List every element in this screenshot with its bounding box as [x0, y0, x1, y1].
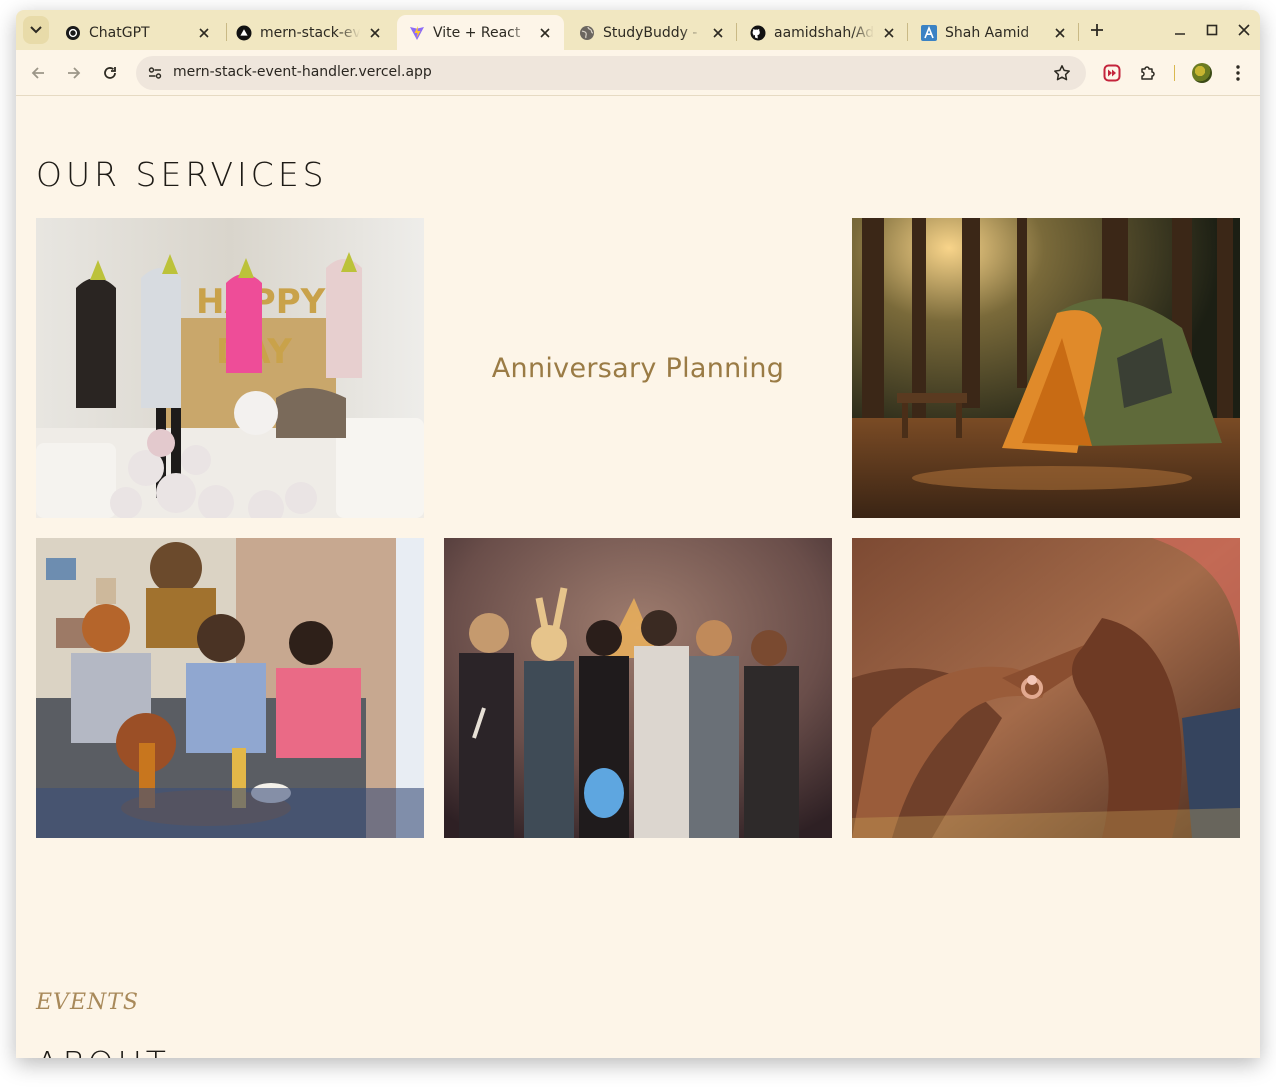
close-icon[interactable] — [536, 24, 554, 42]
tab-github[interactable]: aamidshah/Ad — [738, 15, 908, 50]
birthday-party-photo: HAPPY DAY — [36, 218, 424, 518]
url-text: mern-stack-event-handler.vercel.app — [173, 64, 432, 80]
close-icon[interactable] — [880, 24, 898, 42]
engagement-ring-photo — [852, 538, 1240, 838]
tab-title: ChatGPT — [89, 24, 150, 41]
star-icon — [1054, 65, 1070, 81]
puzzle-icon — [1141, 66, 1155, 80]
fast-forward-extension-icon — [1103, 64, 1121, 82]
reload-icon — [104, 67, 116, 79]
close-window-button[interactable] — [1234, 20, 1254, 40]
maximize-icon — [1206, 24, 1218, 36]
close-icon — [1238, 24, 1250, 36]
site-settings-icon[interactable] — [144, 62, 166, 84]
tab-chatgpt[interactable]: ChatGPT — [53, 15, 223, 50]
browser-window: ChatGPT mern-stack-eve Vite + React Stud… — [16, 10, 1260, 1058]
arrow-left-icon — [31, 67, 44, 79]
letter-a-icon — [921, 24, 937, 41]
close-icon[interactable] — [195, 24, 213, 42]
tab-strip: ChatGPT mern-stack-eve Vite + React Stud… — [16, 10, 1260, 50]
address-bar[interactable]: mern-stack-event-handler.vercel.app — [136, 56, 1086, 90]
service-card-birthday[interactable]: HAPPY DAY — [36, 218, 424, 518]
close-icon[interactable] — [366, 24, 384, 42]
service-card-engagement[interactable] — [852, 538, 1240, 838]
events-script-label: EVENTS — [36, 990, 140, 1015]
minimize-button[interactable] — [1170, 20, 1190, 40]
globe-icon — [579, 25, 595, 41]
close-icon[interactable] — [709, 24, 727, 42]
page-content: OUR SERVICES HAPPY DAY — [16, 97, 1260, 1058]
service-label: Anniversary Planning — [491, 352, 785, 384]
tab-title: StudyBuddy - F — [603, 24, 703, 41]
camping-tent-photo — [852, 218, 1240, 518]
tab-separator — [736, 23, 737, 41]
new-tab-button[interactable] — [1086, 19, 1108, 41]
arrow-right-icon — [68, 67, 81, 79]
more-vertical-icon — [1236, 65, 1240, 81]
tab-title: mern-stack-eve — [260, 24, 360, 41]
maximize-button[interactable] — [1202, 20, 1222, 40]
tab-studybuddy[interactable]: StudyBuddy - F — [567, 15, 737, 50]
minimize-icon — [1175, 33, 1185, 35]
tab-separator — [1078, 23, 1079, 41]
extension-button[interactable] — [1100, 61, 1124, 85]
vite-icon — [409, 25, 425, 41]
group-party-photo — [444, 538, 832, 838]
tab-vite-react[interactable]: Vite + React — [397, 15, 564, 50]
service-card-camping[interactable] — [852, 218, 1240, 518]
tab-mern-stack[interactable]: mern-stack-eve — [224, 15, 394, 50]
forward-button[interactable] — [62, 61, 86, 85]
bookmark-star-button[interactable] — [1052, 63, 1072, 83]
back-button[interactable] — [26, 61, 50, 85]
tab-shah-aamid[interactable]: Shah Aamid — [909, 15, 1079, 50]
service-card-group-party[interactable] — [444, 538, 832, 838]
chevron-down-icon — [30, 26, 42, 34]
toolbar-divider — [1174, 65, 1175, 81]
tab-separator — [907, 23, 908, 41]
browser-toolbar: mern-stack-event-handler.vercel.app — [16, 50, 1260, 96]
reload-button[interactable] — [98, 61, 122, 85]
vercel-icon — [236, 25, 252, 41]
close-icon[interactable] — [1051, 24, 1069, 42]
game-night-photo — [36, 538, 424, 838]
tab-title: Vite + React — [433, 24, 521, 41]
github-icon — [750, 25, 766, 41]
extensions-menu-button[interactable] — [1136, 61, 1160, 85]
browser-menu-button[interactable] — [1226, 61, 1250, 85]
tab-title: aamidshah/Ad — [774, 24, 874, 41]
plus-icon — [1091, 24, 1103, 36]
tab-search-button[interactable] — [23, 16, 49, 44]
service-card-game-night[interactable] — [36, 538, 424, 838]
openai-icon — [65, 25, 81, 41]
profile-avatar[interactable] — [1192, 63, 1212, 83]
tab-title: Shah Aamid — [945, 24, 1030, 41]
section-title: OUR SERVICES — [36, 155, 328, 194]
service-card-anniversary[interactable]: Anniversary Planning — [444, 218, 832, 518]
about-heading: ABOUT — [36, 1044, 170, 1058]
